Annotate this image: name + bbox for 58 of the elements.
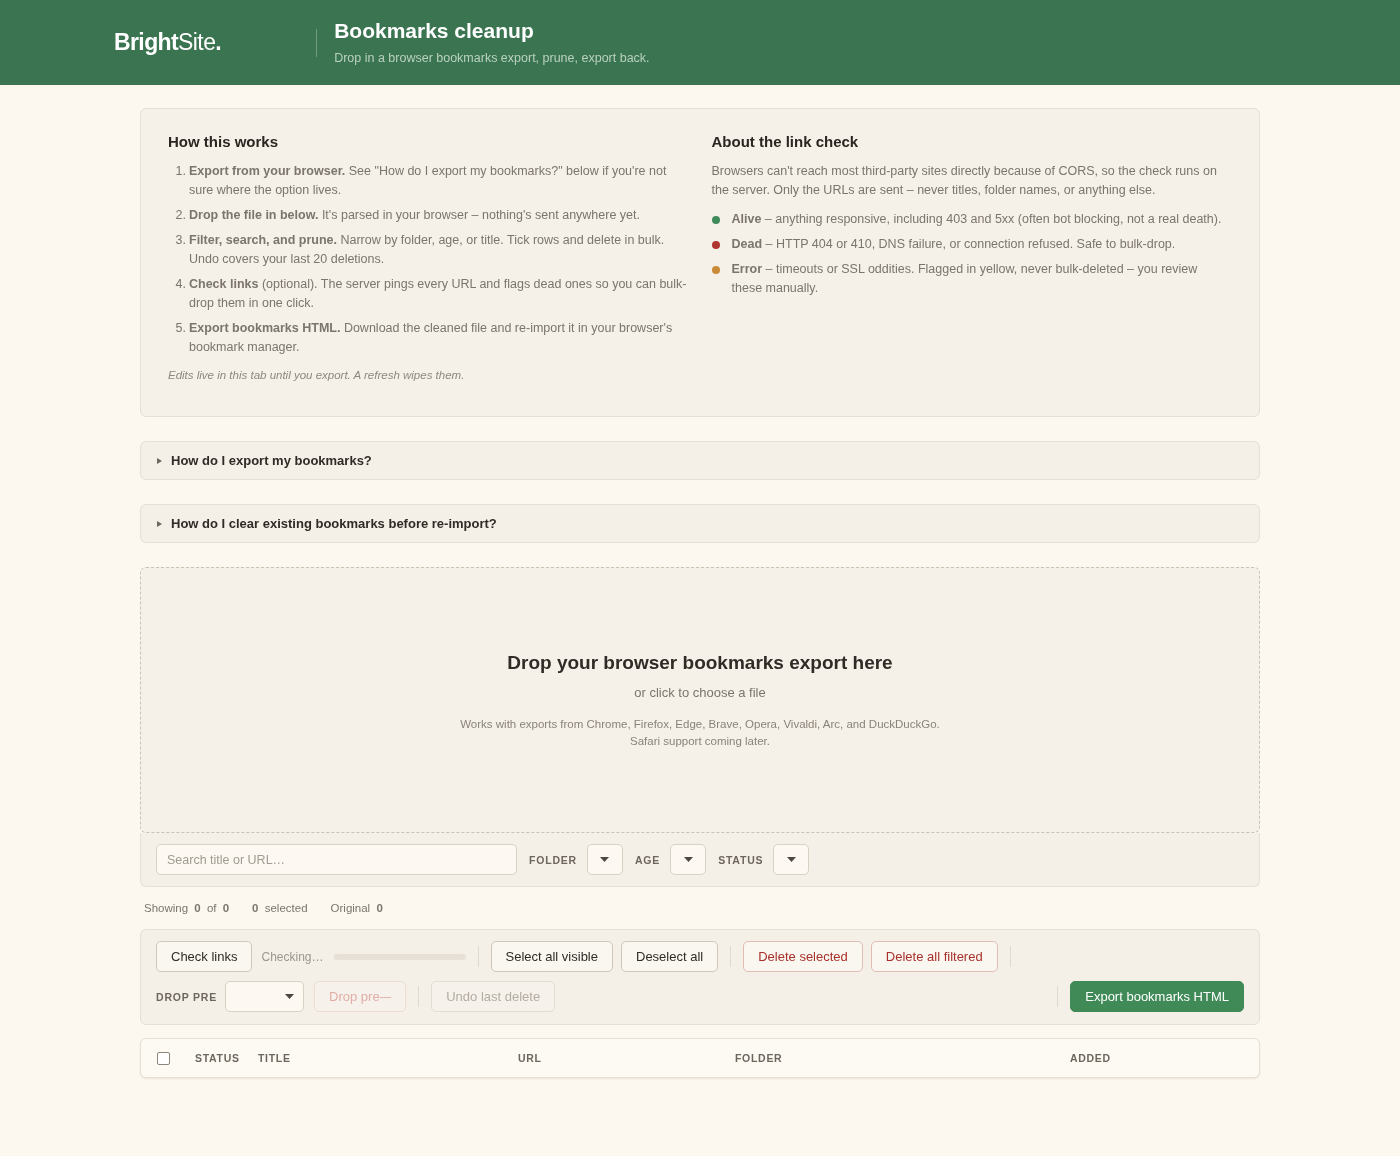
dropdown[interactable] (773, 844, 810, 875)
column-header: URL (518, 1052, 542, 1064)
caret-icon (285, 994, 295, 999)
dropdown[interactable] (670, 844, 707, 875)
step-number: 1. (174, 163, 186, 180)
column-header: TITLE (258, 1052, 291, 1064)
drop-note: Safari support coming later. (630, 734, 770, 749)
drop-subtitle: or click to choose a file (634, 684, 766, 702)
stat-text: 0 selected (252, 902, 308, 914)
caret-icon (683, 857, 693, 862)
filter-label: AGE (634, 853, 661, 866)
delete-button[interactable]: Delete all filtered (870, 941, 998, 972)
status-text: Alive – anything responsive, including 403 and 5xx (often bot blocking, not a real death). (731, 211, 1222, 228)
faq-toggle[interactable]: How do I export my bookmarks? (140, 441, 1260, 480)
stat-text: Original 0 (330, 902, 383, 914)
filter-label: DROP PRE (156, 990, 218, 1003)
delete-button[interactable]: Delete selected (743, 941, 863, 972)
column-header: ADDED (1070, 1052, 1111, 1064)
step-number: 4. (174, 276, 186, 293)
select-all-checkbox[interactable] (157, 1051, 170, 1065)
info-note: Edits live in this tab until you export. A refresh wipes them. (168, 368, 466, 383)
toolbar-button[interactable]: Deselect all (621, 941, 719, 972)
step-number: 5. (174, 320, 186, 337)
status-text: Dead – HTTP 404 or 410, DNS failure, or connection refused. Safe to bulk-drop. (731, 236, 1176, 253)
step-text: Export bookmarks HTML. Download the cleaned file and re-import it in your browser's bookmark manager. (189, 320, 674, 356)
toolbar-button[interactable]: Check links (156, 941, 253, 972)
dropdown[interactable] (586, 844, 623, 875)
toolbar-button[interactable]: Select all visible (490, 941, 613, 972)
drop-title: Drop your browser bookmarks export here (507, 651, 893, 675)
filter-label: FOLDER (529, 853, 577, 866)
caret-icon (786, 857, 796, 862)
step-text: Drop the file in below. It's parsed in your browser – nothing's sent anywhere yet. (189, 207, 640, 224)
dropdown[interactable] (225, 981, 305, 1012)
page-title: Bookmarks cleanup (334, 19, 534, 43)
intro-text: Browsers can't reach most third-party sites directly because of CORS, so the check runs on the server. Only the URLs are sent – never titles, folder names, or anything else. (711, 163, 1218, 199)
section-title: How this works (168, 132, 280, 152)
search-field[interactable]: Search title or URL… (156, 844, 517, 875)
drop-note: Works with exports from Chrome, Firefox, Edge, Brave, Opera, Vivaldi, Arc, and DuckDuckGo. (460, 717, 940, 732)
caret-icon (600, 857, 610, 862)
page-subtitle: Drop in a browser bookmarks export, prune, export back. (334, 50, 650, 66)
step-number: 2. (174, 207, 186, 224)
triangle-icon (157, 457, 162, 464)
step-number: 3. (174, 232, 186, 249)
column-header: FOLDER (735, 1052, 783, 1064)
stat-text: Showing 0 of 0 (144, 902, 230, 914)
progress-status-text: Checking… (261, 949, 324, 964)
step-text: Export from your browser. See "How do I export my bookmarks?" below if you're not sure where the option lives. (189, 163, 668, 199)
drop-zone[interactable]: Drop your browser bookmarks export here or click to choose a file Works with exports from Chrome, Firefox, Edge, Brave, Opera, Vivaldi, Arc, and DuckDuckGo. Safari support coming later. (140, 567, 1260, 833)
export-button[interactable]: Export bookmarks HTML (1070, 981, 1244, 1012)
filter-label: STATUS (718, 853, 764, 866)
status-text: Error – timeouts or SSL oddities. Flagged in yellow, never bulk-deleted – you review these manually. (731, 261, 1199, 297)
column-header: STATUS (195, 1052, 240, 1064)
logo-text: BrightSite. (114, 28, 222, 56)
step-text: Check links (optional). The server pings every URL and flags dead ones so you can bulk-drop them in one click. (189, 276, 688, 312)
section-title: About the link check (711, 132, 860, 152)
faq-toggle[interactable]: How do I clear existing bookmarks before re-import? (140, 504, 1260, 543)
step-text: Filter, search, and prune. Narrow by folder, age, or title. Tick rows and delete in bulk. Undo covers your last 20 deletions. (189, 232, 666, 268)
triangle-icon (157, 520, 162, 527)
